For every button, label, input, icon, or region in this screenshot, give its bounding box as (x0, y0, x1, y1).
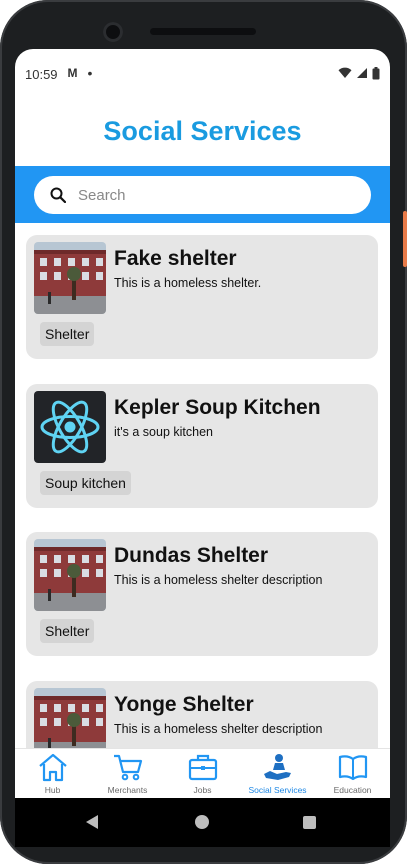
building-photo (34, 688, 106, 748)
search-icon (50, 187, 66, 203)
status-icons (338, 66, 380, 80)
home-icon (38, 753, 67, 782)
search-input[interactable] (78, 186, 328, 204)
home-button-icon[interactable] (195, 815, 209, 829)
bottom-nav: Hub Merchants Jobs Social Services Educa… (15, 748, 390, 798)
system-nav-bar (15, 798, 390, 847)
gmail-icon: M (67, 66, 78, 80)
notification-dot: • (87, 65, 93, 81)
service-description: it's a soup kitchen (114, 425, 213, 439)
back-icon[interactable] (85, 814, 99, 830)
service-name: Fake shelter (114, 247, 237, 270)
service-card[interactable]: Fake shelter This is a homeless shelter.… (26, 235, 378, 359)
services-list[interactable]: Fake shelter This is a homeless shelter.… (15, 223, 390, 748)
nav-item-hub[interactable]: Hub (15, 749, 90, 798)
service-name: Yonge Shelter (114, 693, 254, 716)
nav-item-merchants[interactable]: Merchants (90, 749, 165, 798)
briefcase-icon (188, 754, 217, 781)
building-photo (34, 539, 106, 611)
service-description: This is a homeless shelter description (114, 573, 323, 587)
book-icon (338, 755, 367, 781)
signal-icon (357, 68, 367, 78)
phone-frame: 10:59 M • Social Services Search Fake sh… (0, 0, 407, 864)
react-logo-icon (34, 391, 106, 463)
power-button (403, 211, 407, 267)
nav-label: Merchants (107, 785, 148, 795)
nav-label: Jobs (193, 785, 212, 795)
battery-icon (372, 66, 380, 79)
service-name: Kepler Soup Kitchen (114, 396, 321, 419)
nav-label: Social Services (248, 785, 307, 795)
service-description: This is a homeless shelter. (114, 276, 262, 290)
wifi-icon (338, 67, 352, 78)
cart-icon (113, 754, 142, 781)
building-photo (34, 242, 106, 314)
service-description: This is a homeless shelter description (114, 722, 323, 736)
search-box[interactable] (34, 176, 371, 214)
category-tag: Shelter (40, 619, 95, 643)
service-name: Dundas Shelter (114, 544, 269, 567)
category-tag: Shelter (40, 322, 95, 346)
status-time: 10:59 (25, 66, 58, 82)
nav-label: Hub (44, 785, 61, 795)
nav-label: Education (333, 785, 372, 795)
page-title: Social Services (103, 116, 302, 146)
service-card[interactable]: Kepler Soup Kitchen it's a soup kitchen … (26, 384, 378, 508)
nav-item-education[interactable]: Education (315, 749, 390, 798)
service-card[interactable]: Dundas Shelter This is a homeless shelte… (26, 532, 378, 656)
nav-item-social-services[interactable]: Social Services (240, 749, 315, 798)
service-card[interactable]: Yonge Shelter This is a homeless shelter… (26, 681, 378, 748)
category-tag: Soup kitchen (40, 471, 131, 495)
helping-hand-icon (263, 754, 291, 780)
front-camera (103, 22, 123, 42)
earpiece-speaker (150, 28, 256, 35)
search-bar-container (15, 166, 390, 223)
recent-apps-icon[interactable] (303, 816, 316, 829)
app-screen: 10:59 M • Social Services Search Fake sh… (15, 49, 390, 847)
status-bar: 10:59 M • (15, 49, 390, 97)
nav-item-jobs[interactable]: Jobs (165, 749, 240, 798)
